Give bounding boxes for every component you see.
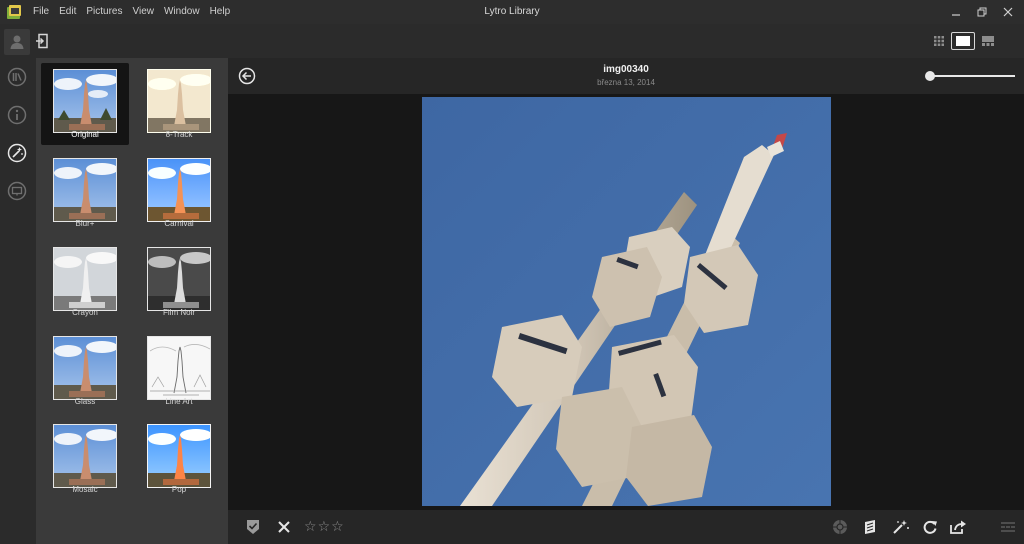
filmstrip-view-icon — [982, 36, 994, 46]
filter-crayon[interactable]: Crayon — [41, 241, 129, 323]
user-button[interactable] — [4, 29, 30, 55]
filter-label: Mosaic — [72, 485, 98, 494]
main-view: img00340 března 13, 2014 — [228, 58, 1024, 544]
image-date: března 13, 2014 — [597, 78, 655, 87]
title-bar: File Edit Pictures View Window Help Lytr… — [0, 0, 1024, 24]
share-icon — [950, 520, 966, 534]
main-photo[interactable] — [422, 97, 831, 506]
perspective-icon — [865, 520, 875, 534]
window-controls — [944, 0, 1024, 24]
user-icon — [10, 35, 24, 49]
filter-thumbnail — [147, 424, 211, 488]
filter-blur-plus[interactable]: Blur+ — [41, 152, 129, 234]
menu-pictures[interactable]: Pictures — [81, 0, 127, 24]
minimize-button[interactable] — [944, 0, 968, 24]
filter-glass[interactable]: Glass — [41, 330, 129, 412]
single-view-icon — [956, 36, 970, 46]
reject-button[interactable] — [275, 518, 293, 536]
menu-help[interactable]: Help — [205, 0, 236, 24]
rotate-icon — [923, 520, 937, 534]
left-rail — [0, 58, 36, 544]
filter-thumbnail — [147, 247, 211, 311]
filter-label: Original — [71, 130, 99, 139]
filter-original[interactable]: Original — [41, 63, 129, 145]
lytro-library-window: File Edit Pictures View Window Help Lytr… — [0, 0, 1024, 544]
image-header: img00340 března 13, 2014 — [228, 58, 1024, 94]
filter-label: Line Art — [165, 397, 193, 406]
slideshow-icon — [7, 181, 27, 201]
star-rating[interactable]: ☆ ☆ ☆ — [304, 519, 344, 535]
toolbar — [0, 24, 1024, 58]
slideshow-button[interactable] — [5, 179, 29, 203]
star-3[interactable]: ☆ — [331, 519, 344, 535]
filter-thumbnail — [53, 247, 117, 311]
filter-mosaic[interactable]: Mosaic — [41, 418, 129, 500]
filter-thumbnail — [53, 69, 117, 133]
restore-icon — [977, 7, 987, 17]
effects-icon — [7, 143, 27, 163]
focus-button[interactable] — [831, 518, 849, 536]
filter-thumbnail — [53, 424, 117, 488]
menu-edit[interactable]: Edit — [54, 0, 81, 24]
effects-wand-icon — [893, 520, 909, 534]
filter-label: Film Noir — [163, 308, 195, 317]
filter-thumbnail — [147, 69, 211, 133]
filter-label: Carnival — [164, 219, 194, 228]
perspective-button[interactable] — [862, 518, 880, 536]
menu-file[interactable]: File — [28, 0, 54, 24]
star-1[interactable]: ☆ — [304, 519, 317, 535]
close-icon — [1003, 7, 1013, 17]
import-icon — [36, 33, 48, 49]
bottom-toolbar: ☆ ☆ ☆ — [228, 510, 1024, 544]
filter-film-noir[interactable]: Film Noir — [135, 241, 223, 323]
filter-label: Pop — [171, 485, 187, 494]
view-filmstrip-button[interactable] — [980, 32, 996, 50]
zoom-track — [927, 75, 1015, 77]
menu-window[interactable]: Window — [159, 0, 205, 24]
flag-button[interactable] — [244, 518, 262, 536]
filter-thumbnail — [147, 336, 211, 400]
focus-icon — [833, 520, 847, 534]
rotate-button[interactable] — [921, 518, 939, 536]
grid-view-icon — [934, 36, 944, 46]
filter-panel: Original 8-Track Blur+ Carnival Crayon F… — [36, 58, 228, 544]
library-icon — [7, 67, 27, 87]
share-button[interactable] — [949, 518, 967, 536]
filter-label: Blur+ — [75, 219, 95, 228]
zoom-slider[interactable] — [925, 71, 1015, 81]
star-2[interactable]: ☆ — [318, 519, 331, 535]
info-button[interactable] — [5, 103, 29, 127]
library-button[interactable] — [5, 65, 29, 89]
filter-line-art[interactable]: Line Art — [135, 330, 223, 412]
view-grid-button[interactable] — [931, 32, 947, 50]
zoom-handle[interactable] — [925, 71, 935, 81]
close-button[interactable] — [996, 0, 1020, 24]
flag-icon — [247, 520, 259, 534]
filter-label: 8-Track — [165, 130, 193, 139]
import-button[interactable] — [33, 32, 51, 50]
filter-thumbnail — [53, 158, 117, 222]
restore-button[interactable] — [970, 0, 994, 24]
effects-toolbar-button[interactable] — [892, 518, 910, 536]
effects-button[interactable] — [5, 141, 29, 165]
filter-pop[interactable]: Pop — [135, 418, 223, 500]
menu-view[interactable]: View — [127, 0, 159, 24]
menu-bar: File Edit Pictures View Window Help — [28, 0, 235, 24]
filter-thumbnail — [147, 158, 211, 222]
filter-label: Crayon — [72, 308, 98, 317]
reject-icon — [278, 521, 290, 533]
filter-label: Glass — [74, 397, 96, 406]
filmstrip-toggle-button[interactable] — [999, 518, 1017, 536]
view-single-button[interactable] — [951, 32, 975, 50]
minimize-icon — [952, 14, 960, 16]
image-title: img00340 — [603, 64, 649, 75]
filmstrip-icon — [1001, 522, 1015, 532]
app-logo-icon — [7, 5, 21, 19]
filter-thumbnail — [53, 336, 117, 400]
info-icon — [7, 105, 27, 125]
filter-carnival[interactable]: Carnival — [135, 152, 223, 234]
filter-8-track[interactable]: 8-Track — [135, 63, 223, 145]
